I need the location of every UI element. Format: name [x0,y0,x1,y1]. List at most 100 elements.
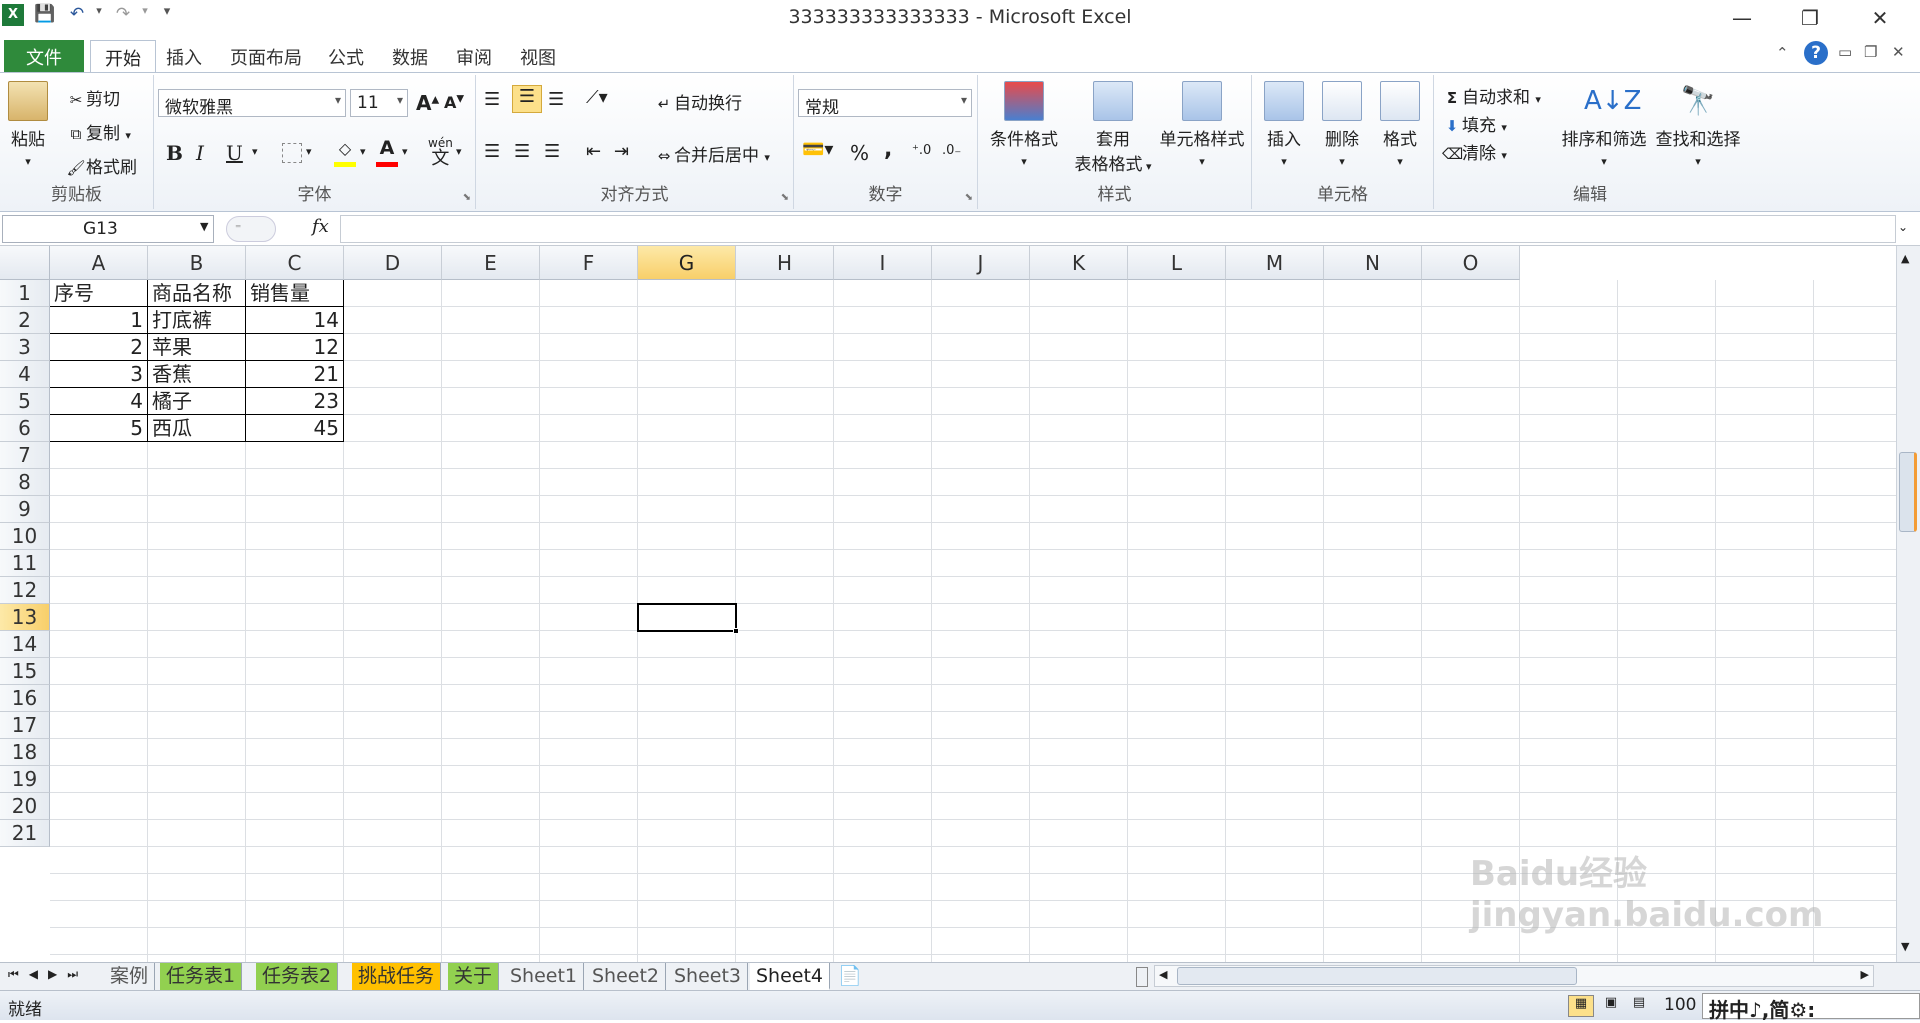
font-color-button[interactable]: A [376,137,398,167]
font-dialog-launcher-icon[interactable]: ⬊ [463,192,471,203]
sort-filter-button[interactable]: A↓Z 排序和筛选 ▾ [1556,81,1652,170]
name-box[interactable]: G13 [2,215,214,243]
sheet-tab-任务表2[interactable]: 任务表2 [256,963,339,990]
active-cell-cursor[interactable] [637,603,737,632]
row-header-19[interactable]: 19 [0,766,50,793]
tab-split-handle[interactable] [1136,967,1148,987]
row-header-2[interactable]: 2 [0,307,50,334]
fill-color-dropdown-icon[interactable]: ▾ [360,145,366,158]
sheet-tab-挑战任务[interactable]: 挑战任务 [352,963,442,990]
cell-styles-button[interactable]: 单元格样式 ▾ [1154,81,1250,170]
delete-cells-button[interactable]: 删除 ▾ [1314,81,1370,170]
column-header-d[interactable]: D [344,246,442,280]
insert-sheet-icon[interactable]: 📄 [832,963,868,990]
shrink-font-button[interactable]: A▼ [444,93,464,112]
tab-insert[interactable]: 插入 [152,40,216,72]
sheet-tab-sheet4[interactable]: Sheet4 [750,963,831,990]
sheet-nav-icons[interactable]: ⏮◀▶⏭ [8,967,88,982]
paste-button[interactable]: 粘贴 ▾ [8,81,48,170]
accounting-format-icon[interactable]: 💳▾ [802,139,833,160]
column-header-i[interactable]: I [834,246,932,280]
align-middle-icon[interactable]: ☰ [512,85,542,113]
scroll-right-icon[interactable]: ▶ [1861,968,1869,981]
vertical-scroll-thumb[interactable] [1899,452,1917,532]
column-header-h[interactable]: H [736,246,834,280]
row-header-20[interactable]: 20 [0,793,50,820]
merge-center-button[interactable]: ⇔ 合并后居中 ▾ [654,141,770,166]
column-header-l[interactable]: L [1128,246,1226,280]
align-right-icon[interactable]: ☰ [544,141,560,162]
copy-button[interactable]: ⧉ 复制 ▾ [66,119,131,144]
decrease-decimal-icon[interactable]: .0₋ [942,143,961,158]
formula-input[interactable] [340,215,1896,243]
column-header-c[interactable]: C [246,246,344,280]
insert-cells-button[interactable]: 插入 ▾ [1256,81,1312,170]
tab-formulas[interactable]: 公式 [314,40,378,72]
column-header-m[interactable]: M [1226,246,1324,280]
cut-button[interactable]: ✂ 剪切 [66,85,120,110]
worksheet-grid[interactable]: ABCDEFGHIJKLMNO 1 2 3 4 5 6 7 8 9 10 11 12 13 14 15 16 1… [0,246,1896,962]
fill-color-icon[interactable]: ◇ [334,139,356,167]
scroll-down-icon[interactable]: ▼ [1901,940,1909,953]
horizontal-scrollbar[interactable]: ◀ ▶ [1154,965,1874,987]
autosum-button[interactable]: Σ 自动求和 ▾ [1442,83,1541,108]
tab-file[interactable]: 文件 [4,40,84,72]
minimize-button[interactable]: — [1722,6,1762,32]
comma-button[interactable]: , [884,137,892,162]
scroll-left-icon[interactable]: ◀ [1159,968,1167,981]
column-header-o[interactable]: O [1422,246,1520,280]
scroll-up-icon[interactable]: ▲ [1901,252,1909,265]
orientation-icon[interactable]: ⟋▾ [586,87,608,108]
font-size-select[interactable]: 11 [350,89,408,117]
border-icon[interactable] [282,143,302,163]
tab-view[interactable]: 视图 [506,40,570,72]
row-header-10[interactable]: 10 [0,523,50,550]
tab-review[interactable]: 审阅 [442,40,506,72]
bold-button[interactable]: B [166,141,183,165]
wrap-text-button[interactable]: ↵ 自动换行 [654,89,742,114]
increase-decimal-icon[interactable]: ⁺.0 [912,143,931,158]
align-top-icon[interactable]: ☰ [484,89,500,110]
collapse-ribbon-icon[interactable]: ⌃ [1776,44,1789,62]
column-header-b[interactable]: B [148,246,246,280]
workbook-restore-icon[interactable]: ❐ [1864,43,1877,61]
align-center-icon[interactable]: ☰ [514,141,530,162]
italic-button[interactable]: I [196,141,204,165]
formula-bar-resize-handle[interactable]: ⁼ [226,216,276,242]
row-header-17[interactable]: 17 [0,712,50,739]
column-header-j[interactable]: J [932,246,1030,280]
row-header-9[interactable]: 9 [0,496,50,523]
grow-font-button[interactable]: A▲ [416,91,439,115]
expand-formula-bar-icon[interactable]: ⌄ [1898,220,1908,234]
name-box-dropdown-icon[interactable]: ▼ [200,220,208,233]
sheet-tab-sheet2[interactable]: Sheet2 [586,963,667,990]
row-header-14[interactable]: 14 [0,631,50,658]
border-dropdown-icon[interactable]: ▾ [306,145,312,158]
underline-button[interactable]: U [226,141,243,165]
insert-function-button[interactable]: fx [312,216,329,237]
column-header-k[interactable]: K [1030,246,1128,280]
row-header-16[interactable]: 16 [0,685,50,712]
zoom-level[interactable]: 100 [1664,995,1696,1015]
phonetic-button[interactable]: wén 文 [428,137,453,169]
phonetic-dropdown-icon[interactable]: ▾ [456,145,462,158]
format-as-table-button[interactable]: 套用 表格格式 ▾ [1070,81,1156,175]
column-header-g[interactable]: G [638,246,736,280]
row-header-7[interactable]: 7 [0,442,50,469]
page-layout-view-icon[interactable]: ▣ [1598,995,1624,1017]
align-bottom-icon[interactable]: ☰ [548,89,564,110]
sheet-tab-sheet1[interactable]: Sheet1 [504,963,585,990]
column-header-n[interactable]: N [1324,246,1422,280]
page-break-view-icon[interactable]: ▤ [1626,995,1652,1017]
tab-data[interactable]: 数据 [378,40,442,72]
clear-button[interactable]: ⌫清除 ▾ [1442,139,1507,164]
number-format-select[interactable]: 常规 [798,89,972,118]
format-painter-button[interactable]: 🖌格式刷 [66,153,137,178]
horizontal-scroll-thumb[interactable] [1177,967,1577,985]
normal-view-icon[interactable]: ▦ [1568,995,1594,1017]
sheet-tab-关于[interactable]: 关于 [448,963,500,990]
row-header-13[interactable]: 13 [0,604,50,631]
format-cells-button[interactable]: 格式 ▾ [1372,81,1428,170]
sheet-tab-任务表1[interactable]: 任务表1 [160,963,243,990]
tab-page-layout[interactable]: 页面布局 [216,40,316,72]
